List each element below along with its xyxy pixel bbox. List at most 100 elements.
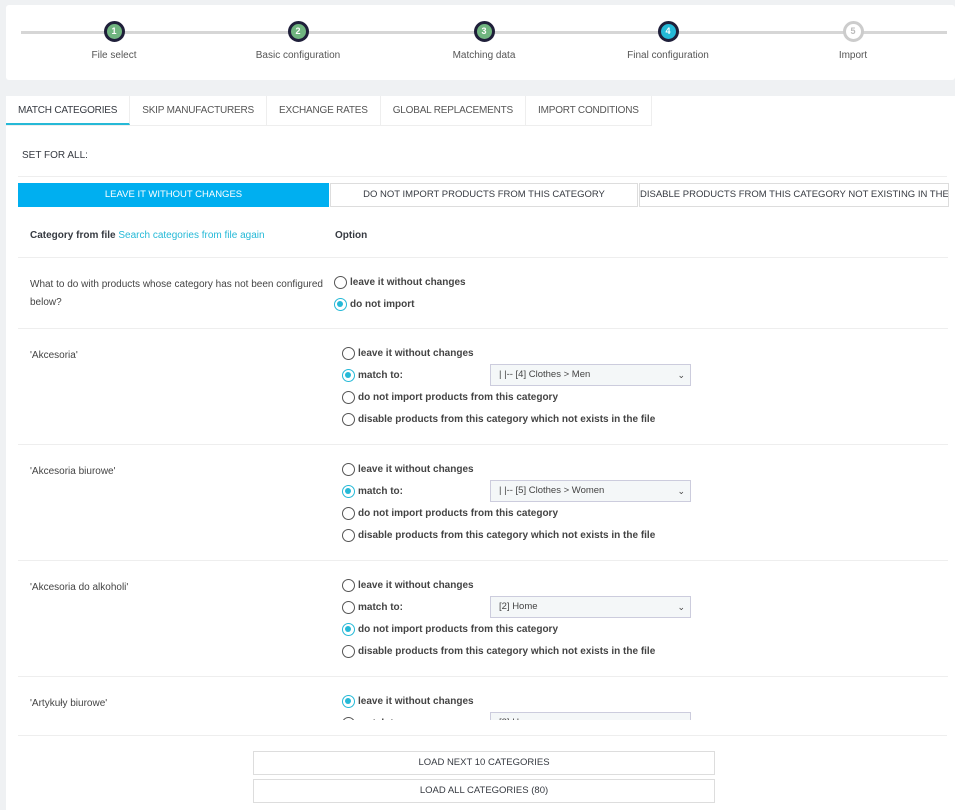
option[interactable]: leave it without changes	[342, 342, 655, 364]
category-select[interactable]: [2] Home ⌄	[490, 712, 691, 720]
radio-button[interactable]	[342, 462, 355, 476]
option[interactable]: match to: | |-- [4] Clothes > Men ⌄	[342, 364, 691, 386]
step-label: Matching data	[452, 50, 516, 61]
option[interactable]: do not import products from this categor…	[342, 502, 655, 524]
step-label: File select	[91, 50, 137, 61]
category-select[interactable]: | |-- [4] Clothes > Men ⌄	[490, 364, 691, 386]
option[interactable]: leave it without changes	[342, 458, 655, 480]
radio-button[interactable]	[342, 694, 355, 708]
option[interactable]: do not import products from this categor…	[342, 386, 655, 408]
radio-button[interactable]	[342, 346, 355, 360]
set-all-button-1[interactable]: LEAVE IT WITHOUT CHANGES	[18, 183, 329, 207]
category-name: 'Akcesoria do alkoholi'	[30, 582, 129, 593]
option[interactable]: disable products from this category whic…	[342, 640, 655, 662]
category-column-header: Category from file Search categories fro…	[30, 230, 265, 241]
option[interactable]: leave it without changes	[334, 271, 466, 293]
radio-button[interactable]	[334, 297, 347, 311]
option-label: leave it without changes	[358, 695, 474, 707]
radio-button[interactable]	[342, 412, 355, 426]
step-number: 3	[473, 21, 495, 42]
tab-import-conditions[interactable]: IMPORT CONDITIONS	[526, 96, 652, 125]
categories-scroll-area[interactable]: Category from file Search categories fro…	[18, 220, 948, 720]
chevron-down-icon: ⌄	[677, 713, 685, 720]
category-row: 'Artykuły biurowe' leave it without chang…	[18, 676, 948, 720]
option-label: leave it without changes	[358, 463, 474, 475]
step-1[interactable]: 1 File select	[44, 21, 184, 61]
import-stepper: 1 File select 2 Basic configuration 3 Matchin…	[6, 5, 955, 80]
selected-value: | |-- [4] Clothes > Men	[499, 369, 591, 380]
option[interactable]: match to: [2] Home ⌄	[342, 712, 691, 720]
load-next-button[interactable]: LOAD NEXT 10 CATEGORIES	[253, 751, 715, 775]
selected-value: | |-- [5] Clothes > Women	[499, 485, 605, 496]
radio-button[interactable]	[342, 622, 355, 636]
option[interactable]: match to: [2] Home ⌄	[342, 596, 691, 618]
option-label: disable products from this category whic…	[358, 413, 656, 425]
step-label: Import	[838, 50, 868, 61]
option-label: leave it without changes	[358, 347, 474, 359]
default-question: What to do with products whose category …	[30, 279, 323, 308]
default-category-row: What to do with products whose category …	[18, 257, 948, 328]
category-header-label: Category from file	[30, 230, 116, 241]
radio-button[interactable]	[342, 644, 355, 658]
radio-button[interactable]	[342, 528, 355, 542]
option[interactable]: leave it without changes	[342, 690, 655, 712]
options: leave it without changes match to: [2] Hom…	[342, 690, 691, 720]
category-name: 'Akcesoria biurowe'	[30, 466, 116, 477]
tab-global-replacements[interactable]: GLOBAL REPLACEMENTS	[381, 96, 527, 125]
category-name: 'Artykuły biurowe'	[30, 698, 108, 709]
step-label: Final configuration	[627, 50, 709, 61]
radio-button[interactable]	[342, 578, 355, 592]
step-5[interactable]: 5 Import	[783, 21, 923, 61]
option-label: do not import products from this categor…	[358, 623, 559, 635]
divider	[18, 176, 947, 177]
tab-bar: MATCH CATEGORIES SKIP MANUFACTURERS EXCHAN…	[6, 96, 652, 126]
option-label: match to:	[358, 601, 403, 613]
load-all-button[interactable]: LOAD ALL CATEGORIES (80)	[253, 779, 715, 803]
category-select[interactable]: [2] Home ⌄	[490, 596, 691, 618]
step-number: 4	[657, 21, 679, 42]
category-row: 'Akcesoria' leave it without changes match…	[18, 328, 948, 444]
chevron-down-icon: ⌄	[677, 602, 685, 612]
option[interactable]: disable products from this category whic…	[342, 408, 655, 430]
radio-button[interactable]	[342, 716, 355, 720]
option[interactable]: match to: | |-- [5] Clothes > Women ⌄	[342, 480, 691, 502]
options: leave it without changes match to: [2] Hom…	[342, 574, 691, 662]
step-label: Basic configuration	[255, 50, 341, 61]
tab-skip-manufacturers[interactable]: SKIP MANUFACTURERS	[130, 96, 268, 125]
tab-exchange-rates[interactable]: EXCHANGE RATES	[267, 96, 381, 125]
radio-button[interactable]	[342, 368, 355, 382]
option-label: do not import	[350, 298, 415, 310]
radio-button[interactable]	[342, 506, 355, 520]
option[interactable]: do not import products from this categor…	[342, 618, 655, 640]
step-3[interactable]: 3 Matching data	[414, 21, 554, 61]
search-categories-link[interactable]: Search categories from file again	[118, 230, 264, 241]
category-select[interactable]: | |-- [5] Clothes > Women ⌄	[490, 480, 691, 502]
selected-value: [2] Home	[499, 717, 538, 720]
options: leave it without changes match to: | |-- […	[342, 342, 691, 430]
radio-button[interactable]	[342, 390, 355, 404]
step-4[interactable]: 4 Final configuration	[598, 21, 738, 61]
radio-button[interactable]	[342, 484, 355, 498]
radio-button[interactable]	[342, 600, 355, 614]
option[interactable]: do not import	[334, 293, 466, 315]
set-all-button-2[interactable]: DO NOT IMPORT PRODUCTS FROM THIS CATEGOR…	[330, 183, 638, 207]
option-label: do not import products from this categor…	[358, 391, 559, 403]
selected-value: [2] Home	[499, 601, 538, 612]
radio-button[interactable]	[334, 275, 347, 289]
step-2[interactable]: 2 Basic configuration	[228, 21, 368, 61]
category-row: 'Akcesoria do alkoholi' leave it without …	[18, 560, 948, 676]
option-label: match to:	[358, 485, 403, 497]
option-label: leave it without changes	[350, 276, 466, 288]
set-all-button-3[interactable]: DISABLE PRODUCTS FROM THIS CATEGORY NOT …	[639, 183, 949, 207]
option-label: disable products from this category whic…	[358, 529, 656, 541]
option-label: match to:	[358, 369, 403, 381]
step-number: 1	[103, 21, 125, 42]
options: leave it without changes do not import	[334, 271, 466, 315]
option[interactable]: disable products from this category whic…	[342, 524, 655, 546]
tab-match-categories[interactable]: MATCH CATEGORIES	[6, 96, 131, 125]
options: leave it without changes match to: | |-- […	[342, 458, 691, 546]
option[interactable]: leave it without changes	[342, 574, 655, 596]
option-label: do not import products from this categor…	[358, 507, 559, 519]
category-row: 'Akcesoria biurowe' leave it without chan…	[18, 444, 948, 560]
chevron-down-icon: ⌄	[677, 370, 685, 380]
